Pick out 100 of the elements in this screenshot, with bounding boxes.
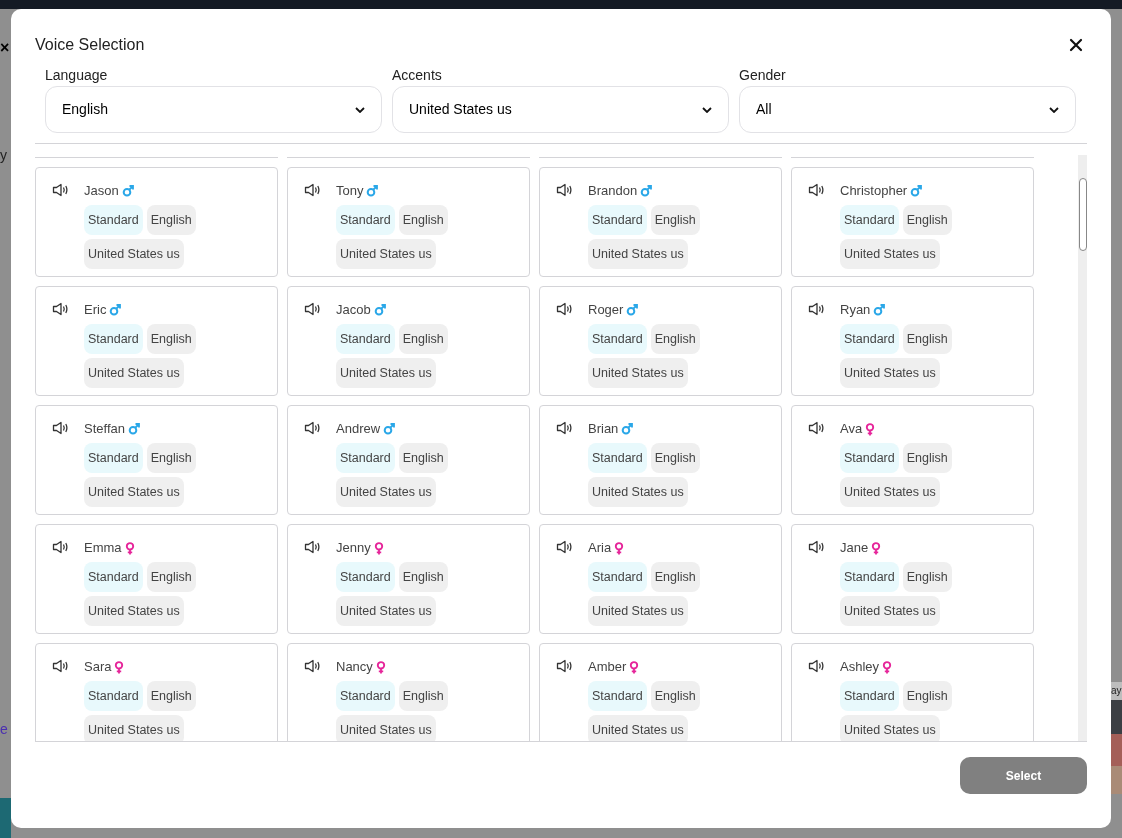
female-sign-icon [865, 422, 876, 436]
speaker-icon[interactable] [304, 540, 321, 554]
tag: United States us [588, 477, 688, 507]
tag: United States us [84, 477, 184, 507]
voice-card[interactable]: Nancy Standard English United States us [287, 643, 530, 741]
speaker-icon[interactable] [304, 421, 321, 435]
model-tag: Standard [84, 205, 143, 235]
voice-name: Jenny [336, 539, 371, 558]
tag: United States us [336, 239, 436, 269]
voice-card[interactable]: Jason Standard English United States us [35, 167, 278, 277]
voice-name: Amber [588, 658, 627, 677]
field-label: Gender [739, 66, 787, 84]
speaker-icon[interactable] [808, 659, 825, 673]
tag: United States us [840, 477, 940, 507]
tag: English [146, 324, 196, 354]
speaker-icon[interactable] [556, 421, 573, 435]
voice-name: Brian [588, 420, 619, 439]
dropdown[interactable]: United States us [392, 86, 729, 133]
model-tag: Standard [84, 562, 143, 592]
voice-name: Ava [840, 420, 863, 439]
voice-card[interactable]: Brandon Standard English United States us [539, 167, 782, 277]
scrollbar[interactable] [1078, 155, 1087, 741]
voice-card[interactable]: Jacob Standard English United States us [287, 286, 530, 396]
model-tag: Standard [84, 443, 143, 473]
voice-card[interactable]: Sara Standard English United States us [35, 643, 278, 741]
voice-card[interactable]: Eric Standard English United States us [35, 286, 278, 396]
dialog-title: Voice Selection [35, 35, 145, 55]
speaker-icon[interactable] [556, 659, 573, 673]
tag: United States us [840, 596, 940, 626]
tag: United States us [840, 715, 940, 741]
tag: English [398, 324, 448, 354]
speaker-icon[interactable] [556, 540, 573, 554]
tag: English [146, 205, 196, 235]
tag: United States us [336, 358, 436, 388]
dropdown[interactable]: English [45, 86, 382, 133]
voice-name: Emma [84, 539, 122, 558]
tag: English [146, 681, 196, 711]
speaker-icon[interactable] [304, 302, 321, 316]
voice-card[interactable]: Emma Standard English United States us [35, 524, 278, 634]
voice-card[interactable]: Andrew Standard English United States us [287, 405, 530, 515]
voice-card[interactable]: Christopher Standard English United States us [791, 167, 1034, 277]
speaker-icon[interactable] [52, 540, 69, 554]
tag: English [398, 443, 448, 473]
tag: United States us [336, 596, 436, 626]
voice-name: Jacob [336, 301, 371, 320]
speaker-icon[interactable] [556, 302, 573, 316]
voice-card[interactable]: Ashley Standard English United States us [791, 643, 1034, 741]
model-tag: Standard [588, 681, 647, 711]
voice-name: Tony [336, 182, 364, 201]
select-button[interactable]: Select [960, 757, 1087, 794]
model-tag: Standard [84, 681, 143, 711]
voice-card[interactable]: Ryan Standard English United States us [791, 286, 1034, 396]
speaker-icon[interactable] [556, 183, 573, 197]
speaker-icon[interactable] [808, 421, 825, 435]
voice-card[interactable]: Aria Standard English United States us [539, 524, 782, 634]
tag: United States us [84, 358, 184, 388]
model-tag: Standard [588, 205, 647, 235]
speaker-icon[interactable] [304, 659, 321, 673]
male-sign-icon [621, 423, 634, 435]
speaker-icon[interactable] [52, 183, 69, 197]
dropdown[interactable]: All [739, 86, 1076, 133]
voice-card[interactable]: Tony Standard English United States us [287, 167, 530, 277]
male-sign-icon [121, 185, 134, 197]
field-label: Language [45, 66, 109, 84]
voice-name: Andrew [336, 420, 381, 439]
male-sign-icon [383, 423, 396, 435]
speaker-icon[interactable] [808, 540, 825, 554]
voice-card[interactable]: Amber Standard English United States us [539, 643, 782, 741]
speaker-icon[interactable] [304, 183, 321, 197]
voice-card[interactable]: Steffan Standard English United States us [35, 405, 278, 515]
voice-card[interactable]: Jane Standard English United States us [791, 524, 1034, 634]
tag: English [398, 562, 448, 592]
voice-card[interactable]: Jenny Standard English United States us [287, 524, 530, 634]
chevron-down-icon [355, 106, 365, 113]
voice-name: Ryan [840, 301, 871, 320]
model-tag: Standard [588, 443, 647, 473]
tag: English [146, 562, 196, 592]
female-sign-icon [882, 660, 893, 674]
tag: United States us [84, 596, 184, 626]
voice-card[interactable]: Ava Standard English United States us [791, 405, 1034, 515]
speaker-icon[interactable] [808, 302, 825, 316]
model-tag: Standard [336, 324, 395, 354]
male-sign-icon [873, 304, 886, 316]
model-tag: Standard [840, 205, 899, 235]
tag: English [650, 324, 700, 354]
voice-card[interactable]: Roger Standard English United States us [539, 286, 782, 396]
female-sign-icon [375, 660, 386, 674]
model-tag: Standard [84, 324, 143, 354]
voice-card[interactable]: Brian Standard English United States us [539, 405, 782, 515]
speaker-icon[interactable] [52, 302, 69, 316]
speaker-icon[interactable] [808, 183, 825, 197]
close-icon[interactable] [1069, 38, 1083, 52]
female-sign-icon [614, 541, 625, 555]
voice-name: Steffan [84, 420, 125, 439]
close-icon[interactable]: × [0, 40, 10, 56]
voice-name: Eric [84, 301, 107, 320]
speaker-icon[interactable] [52, 659, 69, 673]
model-tag: Standard [840, 562, 899, 592]
speaker-icon[interactable] [52, 421, 69, 435]
tag: United States us [588, 596, 688, 626]
